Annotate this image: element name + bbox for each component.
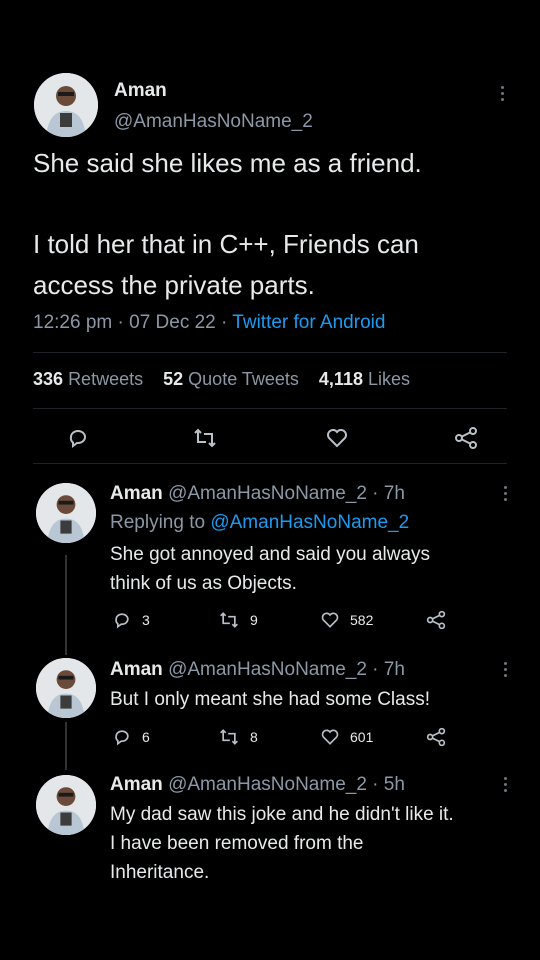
tweet-meta: 12:26 pm · 07 Dec 22 · Twitter for Andro…	[33, 312, 385, 334]
reply-count: 3	[142, 612, 150, 628]
reply-author-name[interactable]: Aman	[110, 774, 163, 795]
reply-text: My dad saw this joke and he didn't like …	[110, 800, 454, 887]
reply-header: Aman @AmanHasNoName_2 · 7h	[110, 659, 405, 681]
meta-separator: ·	[117, 312, 124, 333]
reply-action[interactable]: 3	[112, 610, 150, 630]
reply-count: 6	[142, 729, 150, 745]
likes-stat[interactable]: 4,118 Likes	[319, 369, 410, 389]
divider	[33, 463, 507, 464]
like-icon	[321, 612, 339, 628]
reply-handle-time[interactable]: @AmanHasNoName_2 · 7h	[168, 659, 405, 680]
divider	[33, 408, 507, 409]
more-icon[interactable]	[501, 86, 505, 104]
tweet-text-line3: access the private parts.	[33, 270, 315, 300]
reply-author-name[interactable]: Aman	[110, 659, 163, 680]
retweet-count: 8	[250, 729, 258, 745]
avatar[interactable]	[36, 775, 96, 835]
avatar[interactable]	[36, 658, 96, 718]
like-count: 601	[350, 729, 374, 745]
reply-icon	[115, 613, 129, 629]
reply-text-line: But I only meant she had some Class!	[110, 689, 430, 710]
tweet-date[interactable]: 07 Dec 22	[129, 312, 216, 333]
tweet-text-line1: She said she likes me as a friend.	[33, 148, 422, 178]
reply-header: Aman @AmanHasNoName_2 · 7h	[110, 483, 405, 505]
quotes-label: Quote Tweets	[188, 369, 299, 389]
thread-line	[65, 722, 67, 770]
share-icon[interactable]	[425, 610, 447, 630]
quotes-count: 52	[163, 369, 184, 389]
reply-handle-time[interactable]: @AmanHasNoName_2 · 5h	[168, 774, 405, 795]
tweet-source[interactable]: Twitter for Android	[232, 312, 385, 333]
reply-header: Aman @AmanHasNoName_2 · 5h	[110, 774, 405, 796]
reply-text: She got annoyed and said you always thin…	[110, 540, 430, 598]
like-icon[interactable]	[325, 426, 349, 450]
retweet-action[interactable]: 9	[218, 610, 258, 630]
retweets-label: Retweets	[68, 369, 144, 389]
likes-count: 4,118	[318, 369, 363, 389]
reply-text: But I only meant she had some Class!	[110, 685, 430, 714]
retweets-stat[interactable]: 336 Retweets	[33, 369, 143, 389]
reply-icon	[115, 730, 129, 746]
like-action[interactable]: 601	[320, 727, 373, 747]
likes-label: Likes	[368, 369, 411, 389]
avatar[interactable]	[34, 73, 98, 137]
more-icon[interactable]	[504, 777, 508, 795]
retweet-icon	[220, 612, 238, 628]
reply-text-line: Inheritance.	[110, 862, 210, 883]
like-icon	[321, 729, 339, 745]
share-icon[interactable]	[425, 727, 447, 747]
reply-icon[interactable]	[66, 426, 90, 450]
retweet-action[interactable]: 8	[218, 727, 258, 747]
replying-to: Replying to @AmanHasNoName_2	[110, 512, 409, 534]
more-icon[interactable]	[504, 662, 508, 680]
retweet-icon	[220, 729, 238, 745]
tweet-text-line2: I told her that in C++, Friends can	[33, 229, 419, 259]
avatar[interactable]	[36, 483, 96, 543]
author-handle[interactable]: @AmanHasNoName_2	[114, 111, 313, 133]
replying-prefix: Replying to	[110, 512, 206, 533]
divider	[33, 352, 507, 353]
meta-separator: ·	[221, 312, 228, 333]
tweet-stats: 336 Retweets 52 Quote Tweets 4,118 Likes	[33, 369, 410, 390]
share-icon[interactable]	[453, 426, 479, 450]
thread-line	[65, 555, 67, 655]
more-icon[interactable]	[504, 486, 508, 504]
reply-text-line: She got annoyed and said you always	[110, 544, 431, 565]
author-name[interactable]: Aman	[114, 80, 167, 102]
tweet-time[interactable]: 12:26 pm	[33, 312, 112, 333]
reply-author-name[interactable]: Aman	[110, 483, 163, 504]
retweet-icon[interactable]	[192, 426, 218, 450]
reply-text-line: My dad saw this joke and he didn't like …	[110, 804, 454, 825]
retweet-count: 9	[250, 612, 258, 628]
reply-text-line: I have been removed from the	[110, 833, 364, 854]
quotes-stat[interactable]: 52 Quote Tweets	[163, 369, 299, 389]
reply-text-line: think of us as Objects.	[110, 573, 297, 594]
replying-handle[interactable]: @AmanHasNoName_2	[210, 512, 409, 533]
like-action[interactable]: 582	[320, 610, 373, 630]
retweets-count: 336	[33, 369, 64, 389]
reply-handle-time[interactable]: @AmanHasNoName_2 · 7h	[168, 483, 405, 504]
reply-action[interactable]: 6	[112, 727, 150, 747]
like-count: 582	[350, 612, 374, 628]
